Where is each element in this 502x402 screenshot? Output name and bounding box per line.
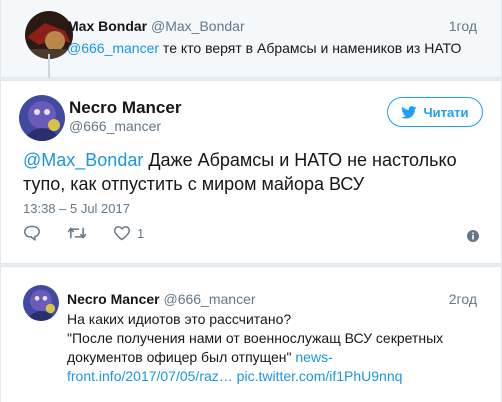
follow-button[interactable]: Читати: [387, 97, 483, 127]
tweet-line: документов офицер был отпущен" news-: [67, 348, 487, 367]
thread-connector: [48, 54, 50, 78]
parent-tweet[interactable]: Max Bondar @Max_Bondar 1год @666_mancer …: [0, 0, 502, 78]
retweet-icon: [67, 227, 87, 239]
tweet-line-text: документов офицер был отпущен": [67, 349, 296, 365]
tweet-actions: 1: [23, 225, 170, 241]
heart-icon: [113, 226, 130, 241]
author-name[interactable]: Necro Mancer: [67, 291, 160, 307]
author-handle[interactable]: @Max_Bondar: [151, 18, 245, 34]
news-link[interactable]: news-: [295, 349, 332, 365]
mention-link[interactable]: @666_mancer: [67, 40, 159, 56]
twitter-bird-icon: [401, 105, 417, 119]
avatar[interactable]: [23, 285, 59, 321]
avatar[interactable]: [25, 11, 73, 59]
more-info-button[interactable]: [467, 229, 479, 247]
tweet-time[interactable]: 1год: [449, 18, 477, 34]
like-button[interactable]: 1: [113, 225, 144, 241]
reply-tweet[interactable]: Necro Mancer @666_mancer 2год На каких и…: [0, 266, 502, 402]
avatar[interactable]: [19, 95, 65, 141]
tweet-text: @Max_Bondar Даже Абрамсы и НАТО не насто…: [23, 148, 485, 196]
tweet-text: На каких идиотов это рассчитано? "После …: [67, 310, 487, 386]
tweet-text: @666_mancer те кто верят в Абрамсы и нам…: [67, 40, 461, 56]
author-name[interactable]: Necro Mancer: [69, 98, 181, 118]
tweet-line: "После получения нами от военнослужащ ВС…: [67, 330, 444, 346]
pic-link[interactable]: pic.twitter.com/if1PhU9nnq: [237, 368, 403, 384]
info-icon: [467, 230, 479, 242]
mention-link[interactable]: @Max_Bondar: [23, 150, 143, 170]
reply-icon: [24, 225, 40, 241]
follow-label: Читати: [423, 104, 469, 120]
author-handle[interactable]: @666_mancer: [163, 291, 255, 307]
tweet-timestamp[interactable]: 13:38 – 5 Jul 2017: [23, 201, 130, 216]
reply-button[interactable]: [23, 225, 41, 241]
like-count: 1: [137, 225, 145, 241]
author-handle[interactable]: @666_mancer: [69, 118, 161, 134]
tweet-header: Necro Mancer @666_mancer: [67, 291, 256, 307]
tweet-time[interactable]: 2год: [449, 291, 477, 307]
tweet-line: На каких идиотов это рассчитано?: [67, 311, 292, 327]
retweet-button[interactable]: [67, 225, 87, 241]
author-name[interactable]: Max Bondar: [67, 18, 147, 34]
tweet-body: те кто верят в Абрамсы и намеников из НА…: [159, 40, 462, 56]
main-tweet: Necro Mancer @666_mancer Читати @Max_Bon…: [0, 80, 502, 264]
news-link-continued[interactable]: front.info/2017/07/05/raz…: [67, 368, 233, 384]
tweet-line: front.info/2017/07/05/raz… pic.twitter.c…: [67, 367, 487, 386]
tweet-header: Max Bondar @Max_Bondar: [67, 18, 245, 34]
